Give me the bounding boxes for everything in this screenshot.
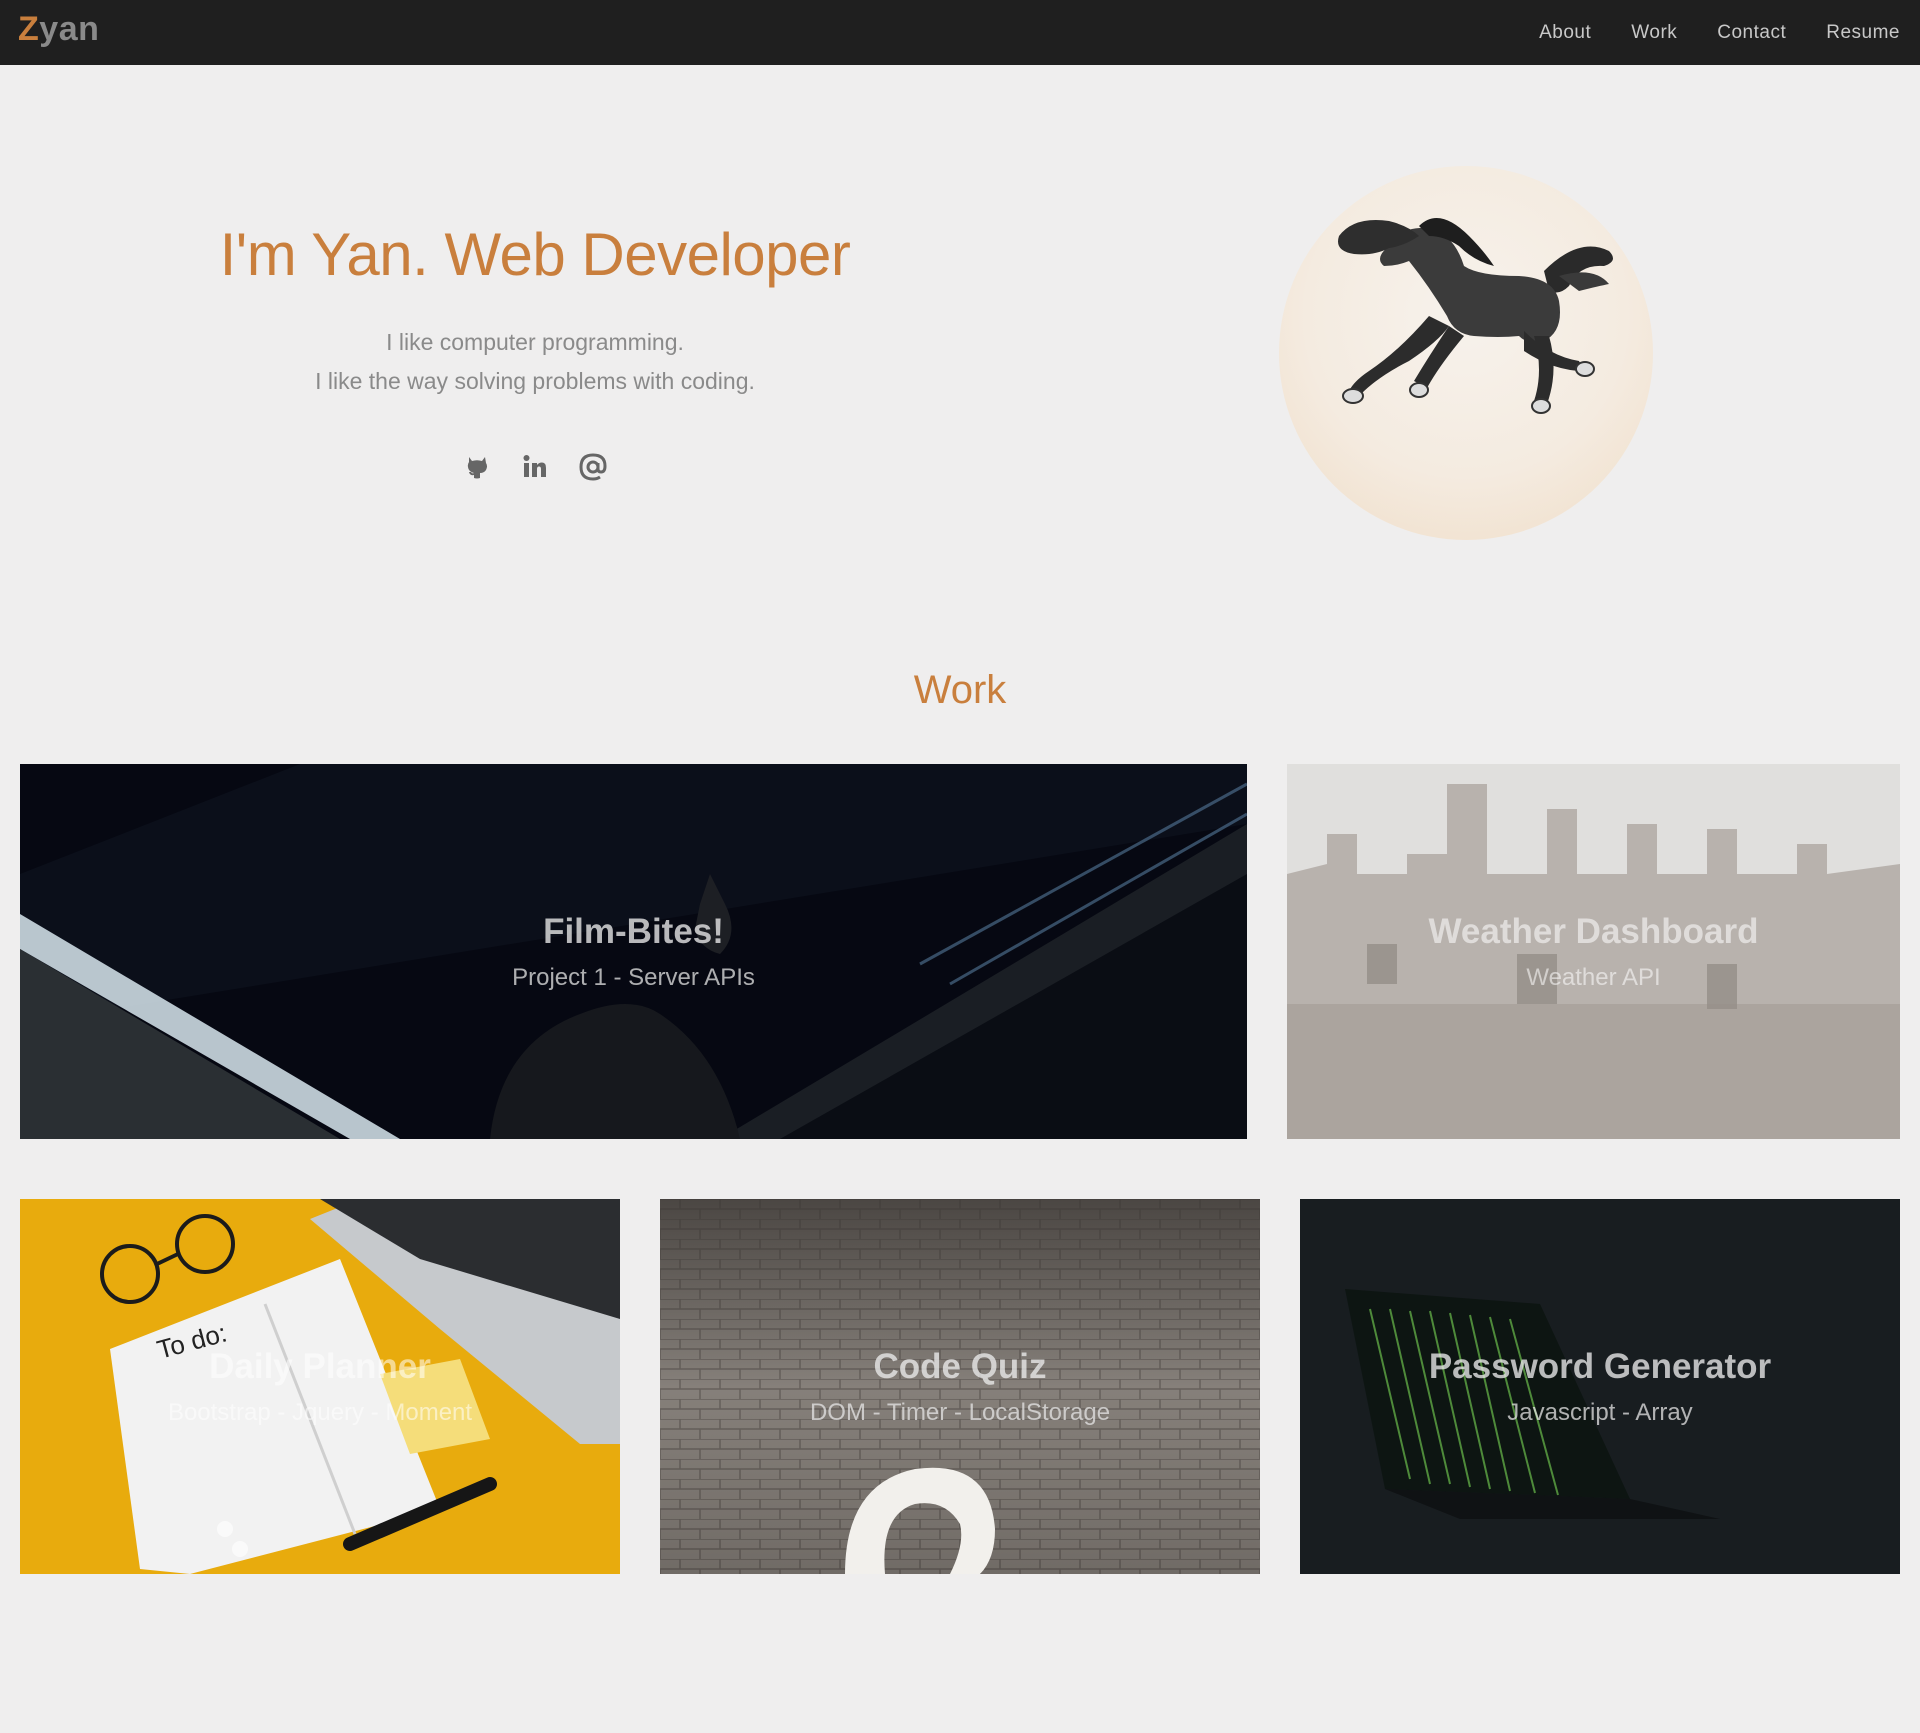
project-subtitle: Bootstrap - Jquery - Moment [167,1398,473,1426]
project-title: Password Generator [1428,1346,1772,1386]
linkedin-icon[interactable] [519,451,551,483]
project-subtitle: Weather API [1526,963,1661,991]
project-image-castle-snow [1287,764,1900,1139]
project-card-code-quiz[interactable]: Code Quiz DOM - Timer - LocalStorage [660,1199,1260,1574]
nav-link-resume[interactable]: Resume [1826,22,1900,44]
nav-link-contact[interactable]: Contact [1717,22,1786,44]
project-card-weather-dashboard[interactable]: Weather Dashboard Weather API [1287,764,1900,1139]
project-title: Film-Bites! [543,911,724,951]
project-subtitle: DOM - Timer - LocalStorage [809,1398,1111,1426]
hero-line-1: I like computer programming. [386,329,684,355]
hero-line-2: I like the way solving problems with cod… [315,368,755,394]
hero-intro: I'm Yan. Web Developer I like computer p… [135,215,935,483]
nav-links: About Work Contact Resume [1499,0,1900,65]
profile-avatar [1279,166,1653,540]
horse-illustration [1338,218,1613,414]
project-subtitle: Javascript - Array [1507,1398,1693,1426]
project-image-brick-wall [660,1199,1260,1574]
project-card-film-bites[interactable]: Film-Bites! Project 1 - Server APIs [20,764,1247,1139]
hero-title: I'm Yan. Web Developer [219,221,851,288]
project-card-daily-planner[interactable]: To do: Daily Planner Bootstrap - Jquery … [20,1199,620,1574]
project-subtitle: Project 1 - Server APIs [512,963,755,991]
project-title: Weather Dashboard [1428,911,1759,951]
project-card-password-generator[interactable]: Password Generator Javascript - Array [1300,1199,1900,1574]
brand-name: yan [39,10,100,48]
nav-link-work[interactable]: Work [1631,22,1677,44]
nav-link-about[interactable]: About [1539,22,1591,44]
project-image-batman [20,764,1247,1139]
project-image-notebook: To do: [20,1199,620,1574]
social-links [135,451,935,483]
project-title: Daily Planner [209,1346,431,1386]
project-title: Code Quiz [873,1346,1047,1386]
github-icon[interactable] [461,451,493,483]
hero-description: I like computer programming. I like the … [135,323,935,401]
email-at-icon[interactable] [577,451,609,483]
project-image-matrix-laptop [1300,1199,1900,1574]
work-heading: Work [913,668,1007,712]
brand-logo[interactable]: Zyan [18,10,99,49]
top-navbar: Zyan About Work Contact Resume [0,0,1920,65]
brand-initial: Z [18,10,40,48]
